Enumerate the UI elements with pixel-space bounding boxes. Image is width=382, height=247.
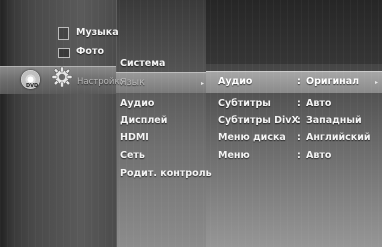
language-menu-selection-highlight (206, 71, 382, 93)
language-row-subtitles-label[interactable]: Субтитры (218, 98, 271, 110)
left-edge-strip (0, 0, 12, 247)
language-row-disc-menu-value[interactable]: Английский (306, 132, 371, 144)
gear-icon (51, 66, 73, 88)
language-row-audio-separator: : (297, 76, 301, 87)
dvd-disc-icon (21, 70, 40, 89)
settings-menu-item-parental-control[interactable]: Родит. контроль (120, 168, 212, 180)
photo-icon (58, 48, 70, 58)
language-row-audio-value[interactable]: Оригинал (306, 76, 359, 88)
language-row-subtitles-separator: : (297, 98, 301, 109)
language-row-divx-subtitles-separator: : (297, 115, 301, 126)
language-row-divx-subtitles-label[interactable]: Субтитры DivX (218, 115, 299, 127)
settings-menu-item-hdmi[interactable]: HDMI (120, 132, 149, 144)
settings-menu-item-network[interactable]: Сеть (120, 150, 145, 162)
music-icon (58, 27, 69, 40)
language-row-subtitles-value[interactable]: Авто (306, 98, 331, 110)
submenu-arrow-icon: ▸ (201, 80, 205, 87)
settings-menu-item-language[interactable]: Язык (120, 77, 145, 89)
settings-menu-selection-highlight (116, 72, 206, 93)
main-menu-selection-highlight (0, 66, 116, 94)
settings-menu-title: Система (120, 58, 166, 69)
dvd-disc-label: DVD (26, 83, 39, 89)
settings-menu-item-audio[interactable]: Аудио (120, 98, 154, 110)
top-bar (206, 0, 382, 64)
language-row-menu-separator: : (297, 150, 301, 161)
language-row-disc-menu-separator: : (297, 132, 301, 143)
main-menu-panel (0, 0, 116, 247)
language-row-divx-subtitles-value[interactable]: Западный (306, 115, 362, 127)
menu-screen: Музыка Фото DVD Настройки Система Язык ▸… (0, 0, 382, 247)
settings-menu-panel (116, 0, 208, 247)
language-menu-panel (206, 0, 382, 247)
main-menu-item-music[interactable]: Музыка (76, 27, 119, 39)
language-row-menu-label[interactable]: Меню (218, 150, 250, 162)
main-menu-item-settings[interactable]: Настройки (77, 76, 125, 88)
main-menu-item-photo[interactable]: Фото (76, 46, 104, 58)
value-arrow-icon: ▸ (375, 79, 379, 86)
language-row-disc-menu-label[interactable]: Меню диска (218, 132, 286, 144)
language-row-menu-value[interactable]: Авто (306, 150, 331, 162)
settings-menu-item-display[interactable]: Дисплей (120, 115, 167, 127)
language-row-audio-label[interactable]: Аудио (218, 76, 252, 88)
